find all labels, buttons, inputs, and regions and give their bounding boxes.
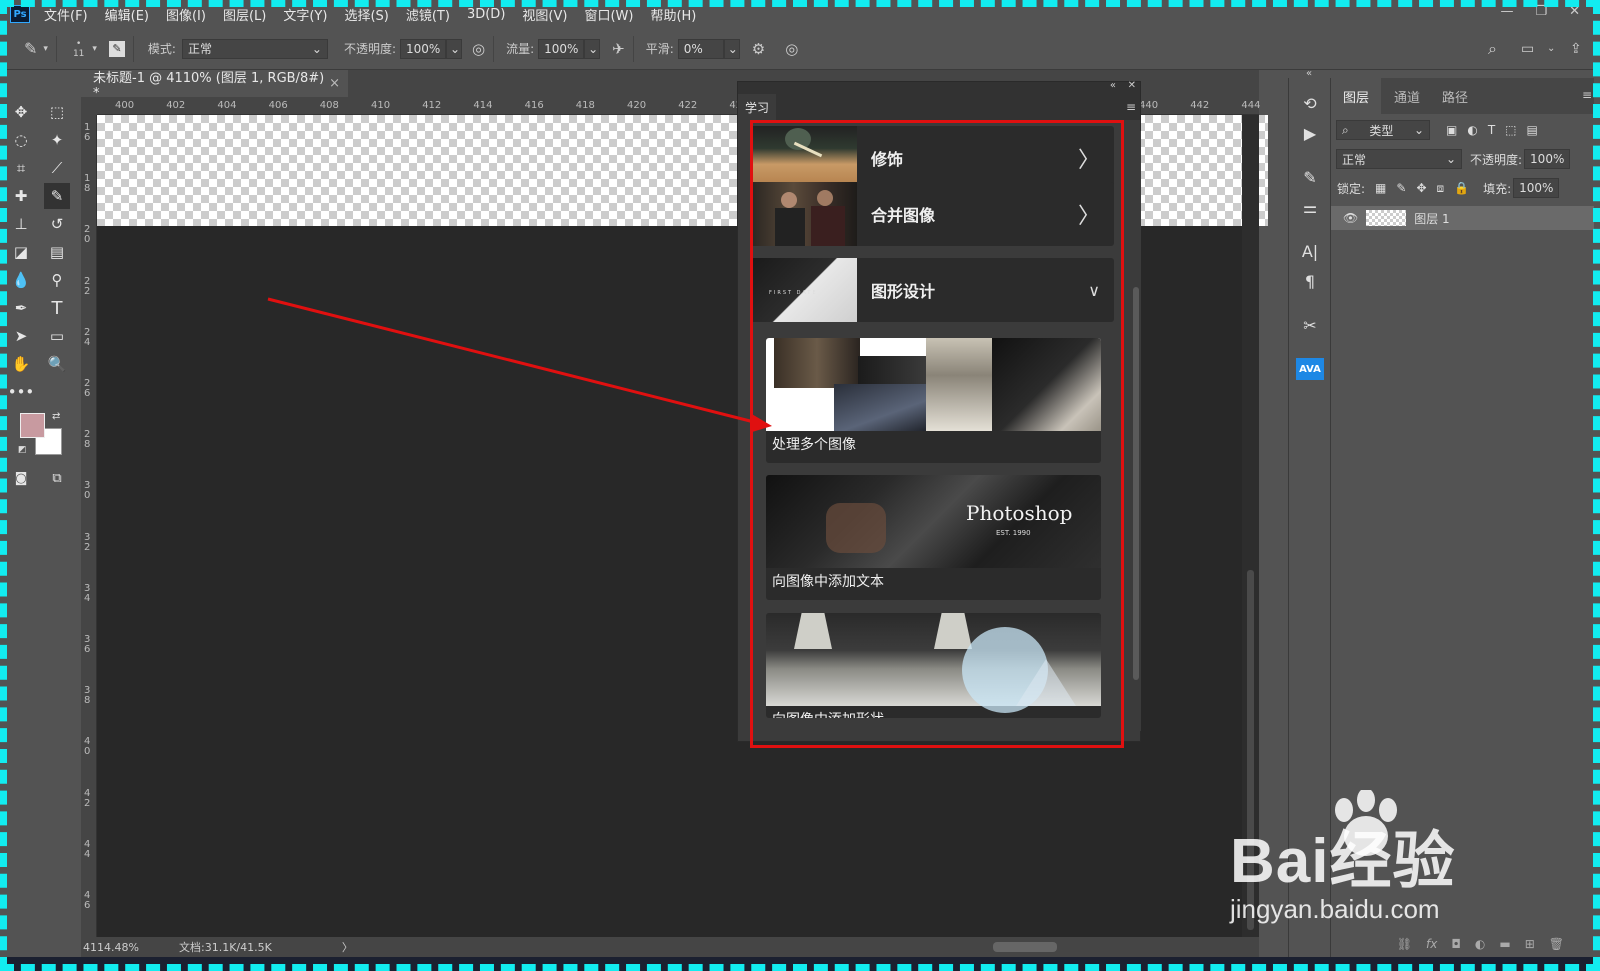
photoshop-window: Ps 文件(F) 编辑(E) 图像(I) 图层(L) 文字(Y) 选择(S) 滤… (0, 0, 1600, 971)
highlight-box (750, 120, 1124, 748)
